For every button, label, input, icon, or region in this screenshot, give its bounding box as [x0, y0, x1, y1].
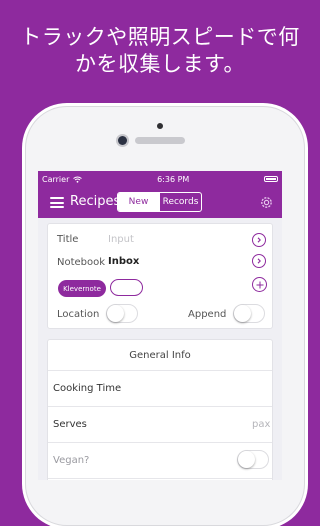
tag-klevernote[interactable]: Klevernote	[58, 280, 106, 297]
promo-line-2: かを収集します。	[75, 52, 245, 76]
promo-caption: トラックや照明スピードで何 かを収集します。	[0, 24, 320, 78]
wifi-icon	[73, 176, 83, 183]
tag-new-input[interactable]	[110, 279, 143, 296]
add-tag-button[interactable]	[252, 277, 267, 292]
app-screen: Carrier 6:36 PM Recipes New Records Titl…	[38, 171, 282, 480]
phone-speaker	[157, 123, 163, 129]
title-input[interactable]: Input	[108, 234, 134, 245]
location-label: Location	[57, 309, 100, 320]
gear-icon[interactable]	[259, 195, 274, 210]
nav-title: Recipes	[70, 194, 121, 209]
phone-camera	[118, 136, 127, 145]
status-time: 6:36 PM	[157, 174, 190, 184]
serves-unit: pax	[252, 419, 271, 430]
title-label: Title	[57, 234, 79, 245]
vegan-label: Vegan?	[53, 455, 90, 466]
status-bar: Carrier 6:36 PM	[38, 171, 282, 187]
hamburger-menu-icon[interactable]	[50, 197, 64, 208]
promo-line-1: トラックや照明スピードで何	[20, 25, 300, 49]
general-info-header: General Info	[48, 340, 272, 371]
notebook-label: Notebook	[57, 257, 106, 268]
tab-records[interactable]: Records	[159, 193, 201, 211]
notebook-value[interactable]: Inbox	[108, 256, 139, 267]
notebook-chevron-button[interactable]	[252, 254, 266, 268]
append-toggle[interactable]	[233, 304, 265, 323]
plus-icon	[256, 281, 263, 288]
location-toggle[interactable]	[106, 304, 138, 323]
serves-label: Serves	[53, 419, 87, 430]
view-segmented-control: New Records	[117, 192, 202, 212]
tab-new[interactable]: New	[118, 193, 159, 211]
general-info-card: General Info Cooking Time Serves pax Veg…	[47, 339, 273, 480]
carrier-label: Carrier	[42, 174, 70, 184]
title-chevron-button[interactable]	[252, 233, 266, 247]
battery-icon	[264, 176, 278, 182]
append-label: Append	[188, 309, 227, 320]
phone-earpiece	[135, 137, 185, 144]
cooking-time-label: Cooking Time	[53, 383, 122, 394]
chevron-right-icon	[257, 258, 261, 264]
vegan-toggle[interactable]	[237, 450, 269, 469]
chevron-right-icon	[257, 237, 261, 243]
nav-bar: Recipes New Records	[38, 187, 282, 218]
note-settings-card: Title Input Notebook Inbox Klevernote Lo…	[47, 223, 273, 329]
